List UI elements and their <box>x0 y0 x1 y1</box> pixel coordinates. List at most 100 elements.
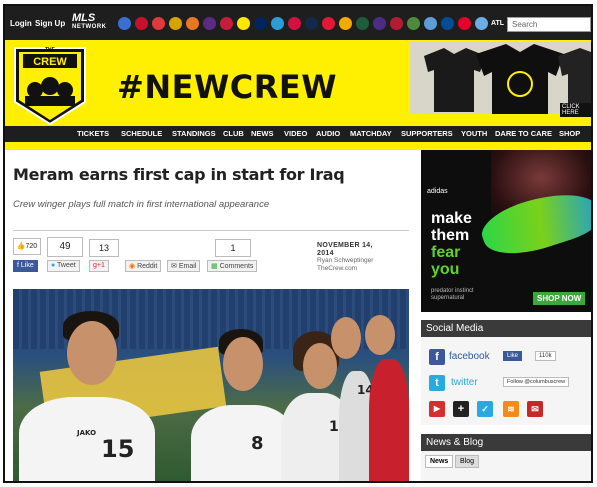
facebook-like-count: 110k <box>535 351 556 361</box>
club-logo-icon[interactable] <box>356 17 369 30</box>
facebook-link[interactable]: facebook <box>449 351 490 362</box>
article-author: Ryan Schweptinger <box>317 257 374 264</box>
club-logo-icon[interactable] <box>424 17 437 30</box>
article-date: NOVEMBER 14, 2014 <box>317 242 373 257</box>
club-logo-icon[interactable] <box>186 17 199 30</box>
tweet-label: Tweet <box>57 262 76 269</box>
nav-item-dare-to-care[interactable]: DARE TO CARE <box>495 129 552 138</box>
club-logo-icon[interactable] <box>322 17 335 30</box>
gplus-button[interactable]: g+1 <box>89 260 109 272</box>
like-count: 720 <box>25 243 38 250</box>
tab-news[interactable]: News <box>425 455 454 468</box>
reddit-label: Reddit <box>137 263 158 270</box>
email-label: Email <box>178 263 197 270</box>
tweet-count-box: 49 <box>47 237 83 257</box>
tab-blog[interactable]: Blog <box>455 455 480 468</box>
facebook-like-button[interactable]: Like <box>503 351 523 361</box>
nav-item-audio[interactable]: AUDIO <box>316 129 340 138</box>
reddit-icon: ◉ <box>129 263 138 270</box>
club-logo-icon[interactable] <box>458 17 471 30</box>
ad-slogan: make them fear you <box>431 210 472 278</box>
atl-label: ATL <box>491 20 505 27</box>
twitter-icon[interactable]: t <box>429 375 445 391</box>
main-nav: TICKETS SCHEDULE STANDINGS CLUB NEWS VID… <box>5 126 591 142</box>
club-logo-icon[interactable] <box>305 17 318 30</box>
club-logo-icon[interactable] <box>254 17 267 30</box>
comment-icon: ▦ <box>211 263 220 270</box>
site-header: CREW THE #NEWCREW CLICK HERE <box>5 40 591 126</box>
club-logo-icon[interactable] <box>373 17 386 30</box>
facebook-like-button[interactable]: f Like <box>13 260 38 272</box>
news-blog-heading: News & Blog <box>421 434 591 451</box>
ad-product-line: supernatural <box>431 295 465 301</box>
player-5 <box>369 359 409 481</box>
like-count-box: 👍720 <box>13 238 41 255</box>
nav-item-schedule[interactable]: SCHEDULE <box>121 129 162 138</box>
plus-icon[interactable]: + <box>453 401 469 417</box>
nav-item-supporters[interactable]: SUPPORTERS <box>401 129 453 138</box>
newcrew-headline[interactable]: #NEWCREW <box>117 68 337 106</box>
thumbs-up-icon: 👍 <box>16 243 26 250</box>
article-source: TheCrew.com <box>317 264 358 272</box>
player-4-head <box>331 317 361 359</box>
club-logo-icon[interactable] <box>288 17 301 30</box>
club-logo-icon[interactable] <box>152 17 165 30</box>
comment-count-box: 1 <box>215 239 251 257</box>
nav-item-youth[interactable]: YOUTH <box>461 129 487 138</box>
nav-item-standings[interactable]: STANDINGS <box>172 129 216 138</box>
click-here-button[interactable]: CLICK HERE <box>560 103 591 117</box>
comments-button[interactable]: ▦ Comments <box>207 260 258 272</box>
youtube-icon[interactable]: ▶ <box>429 401 445 417</box>
club-logo-icon[interactable] <box>271 17 284 30</box>
club-logo-icon[interactable] <box>237 17 250 30</box>
ad-slogan-line: make <box>431 210 472 227</box>
comments-label: Comments <box>219 263 254 270</box>
article-meta: NOVEMBER 14, 2014 Ryan Schweptinger TheC… <box>317 242 379 272</box>
nav-item-shop[interactable]: SHOP <box>559 129 580 138</box>
reddit-button[interactable]: ◉ Reddit <box>125 260 162 272</box>
club-logo-icon[interactable] <box>169 17 182 30</box>
player-1-head <box>67 321 117 385</box>
tweet-button[interactable]: ● Tweet <box>47 260 80 272</box>
email-button[interactable]: ✉ Email <box>167 260 201 272</box>
nav-item-club[interactable]: CLUB <box>223 129 244 138</box>
player-1 <box>19 397 155 481</box>
checkin-icon[interactable]: ✓ <box>477 401 493 417</box>
club-logo-icon[interactable] <box>390 17 403 30</box>
signup-link[interactable]: Sign Up <box>35 19 65 28</box>
club-logo-icon[interactable] <box>339 17 352 30</box>
email-icon[interactable]: ✉ <box>527 401 543 417</box>
nav-item-tickets[interactable]: TICKETS <box>77 129 109 138</box>
club-logo-icon[interactable] <box>135 17 148 30</box>
club-logo-icon[interactable] <box>441 17 454 30</box>
twitter-link[interactable]: twitter <box>451 377 478 388</box>
crew-logo[interactable]: CREW THE <box>11 44 89 126</box>
jersey-number: 15 <box>101 435 135 463</box>
browser-frame: Login Sign Up MLS NETWORK ATL Search CRE… <box>3 4 593 483</box>
adidas-ad[interactable]: adidas make them fear you predator insti… <box>421 150 591 312</box>
email-icon: ✉ <box>171 263 179 270</box>
search-input[interactable]: Search <box>507 17 591 32</box>
club-logo-icon[interactable] <box>475 17 488 30</box>
facebook-icon[interactable]: f <box>429 349 445 365</box>
article-title: Meram earns first cap in start for Iraq <box>13 165 345 184</box>
shop-now-button[interactable]: SHOP NOW <box>533 292 586 305</box>
club-logo-icon[interactable] <box>220 17 233 30</box>
mls-network-logo[interactable]: MLS NETWORK <box>72 13 107 32</box>
article-subtitle: Crew winger plays full match in first in… <box>13 199 270 210</box>
nav-item-news[interactable]: NEWS <box>251 129 274 138</box>
player-2 <box>191 405 295 481</box>
twitter-follow-button[interactable]: Follow @columbuscrew <box>503 377 570 387</box>
divider <box>13 230 409 231</box>
nav-item-matchday[interactable]: MATCHDAY <box>350 129 392 138</box>
club-logo-icon[interactable] <box>407 17 420 30</box>
club-logo-icon[interactable] <box>203 17 216 30</box>
club-logo-icon[interactable] <box>118 17 131 30</box>
ad-slogan-line: you <box>431 261 460 278</box>
logo-crew-text: CREW <box>33 56 67 68</box>
rss-icon[interactable]: ≋ <box>503 401 519 417</box>
nav-item-video[interactable]: VIDEO <box>284 129 307 138</box>
login-link[interactable]: Login <box>10 19 32 28</box>
adidas-logo: adidas <box>427 188 448 195</box>
facebook-like-label: Like <box>20 262 34 269</box>
